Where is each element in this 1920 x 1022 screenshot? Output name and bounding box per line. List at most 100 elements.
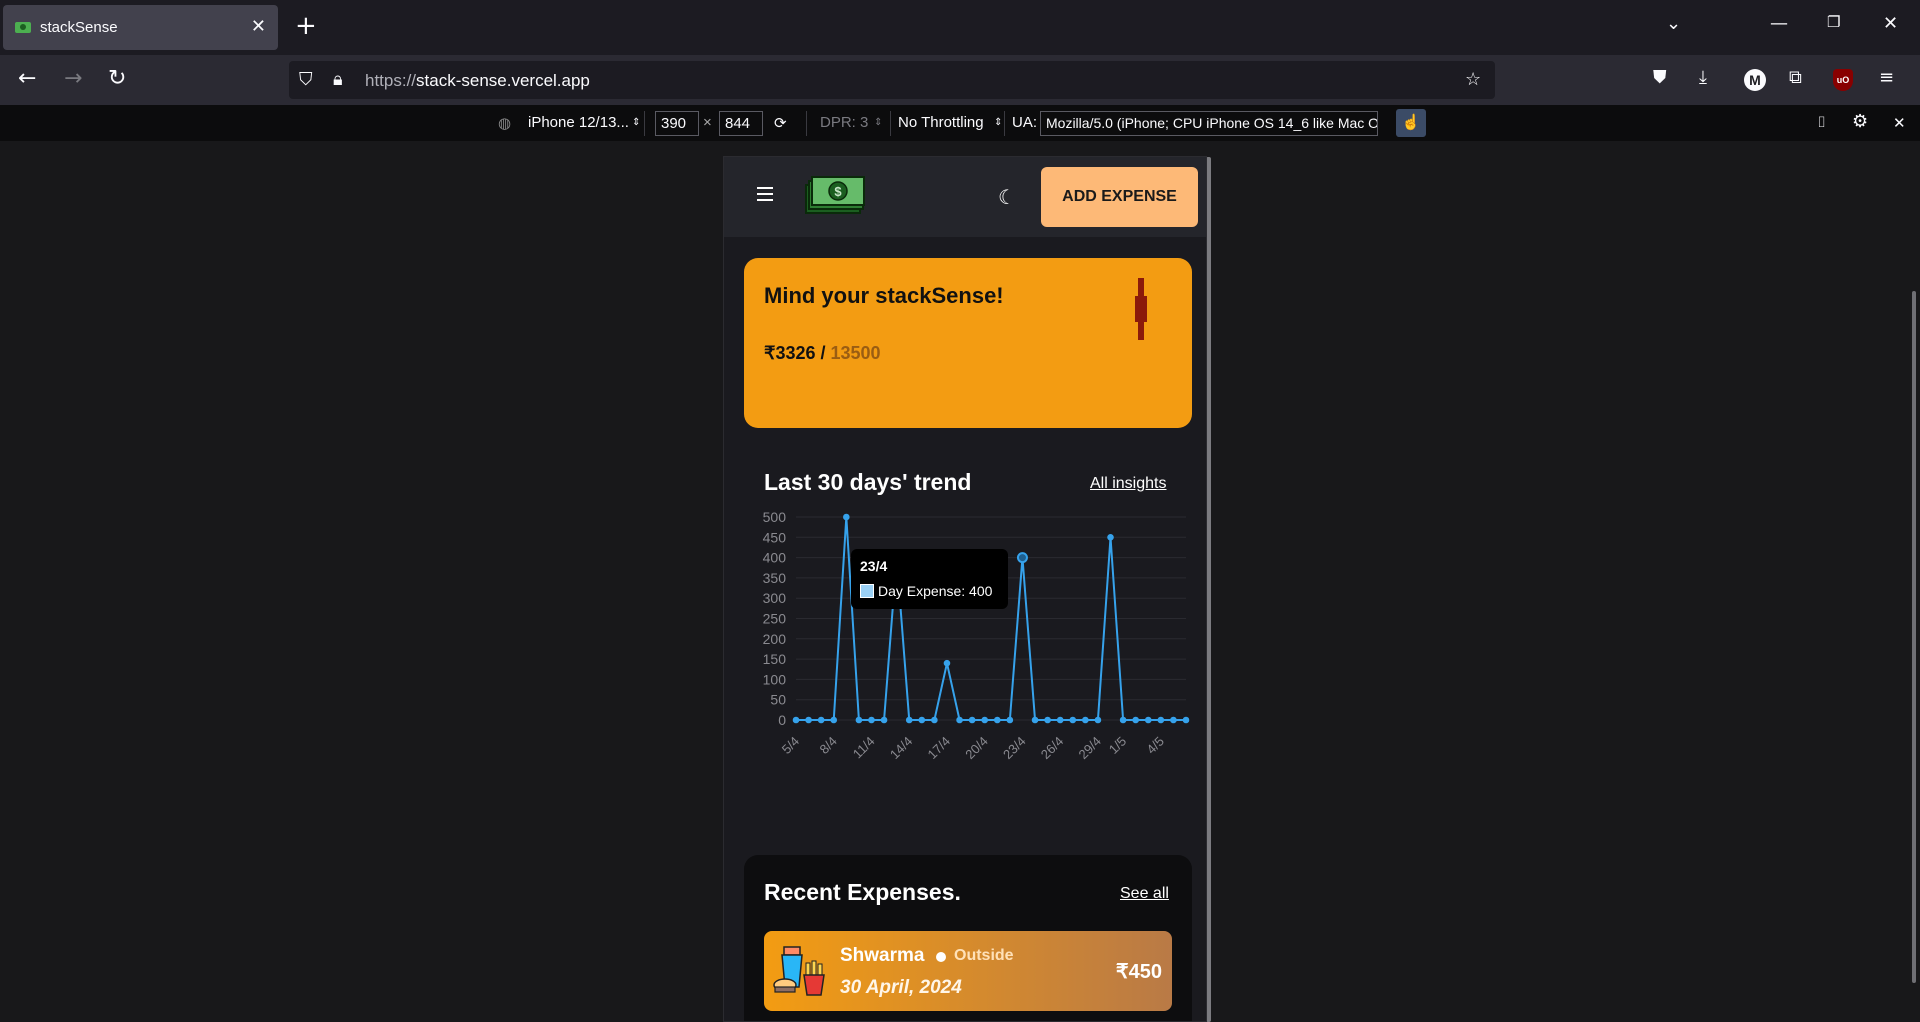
back-icon[interactable]: ←: [18, 66, 36, 91]
data-point: [956, 716, 963, 724]
url-text[interactable]: https://stack-sense.vercel.app: [365, 71, 590, 91]
amount-separator: /: [815, 343, 831, 363]
data-point: [981, 716, 989, 724]
data-point: [1016, 552, 1028, 564]
data-point: [1144, 716, 1152, 724]
nav-bar: ← → ↻ ⛉ 🔒︎ https://stack-sense.vercel.ap…: [0, 55, 1920, 105]
y-tick-label: 0: [778, 712, 786, 728]
device-frame: $ ☾ ADD EXPENSE Mind your stackSense! ₹3…: [723, 156, 1207, 1022]
x-tick-label: 8/4: [816, 734, 839, 757]
data-point: [1056, 716, 1064, 724]
x-tick-label: 4/5: [1144, 734, 1167, 757]
recent-title: Recent Expenses.: [764, 879, 961, 905]
url-protocol: https://: [365, 71, 417, 90]
add-expense-button[interactable]: ADD EXPENSE: [1041, 167, 1198, 227]
data-point: [880, 716, 888, 724]
data-point: [1094, 716, 1102, 724]
data-point: [1182, 716, 1190, 724]
height-input[interactable]: 844: [719, 111, 763, 136]
forward-icon[interactable]: →: [64, 66, 82, 91]
data-point: [855, 716, 863, 724]
x-tick-label: 11/4: [850, 734, 878, 762]
data-point: [1107, 534, 1114, 541]
y-tick-label: 500: [763, 509, 787, 525]
close-rdm-icon[interactable]: ✕: [1893, 114, 1906, 132]
data-point: [1157, 716, 1165, 724]
data-point: [1031, 716, 1039, 724]
tooltip-date: 23/4: [860, 558, 888, 574]
money-logo-icon[interactable]: $: [804, 175, 866, 215]
ua-label: UA:: [1012, 114, 1038, 131]
all-insights-link[interactable]: All insights: [1090, 475, 1166, 493]
throttling-chevron-icon: ⇕: [994, 117, 1003, 128]
x-tick-label: 5/4: [779, 734, 802, 757]
list-tabs-icon[interactable]: ⌄: [1666, 13, 1681, 34]
bookmark-star-icon[interactable]: ☆: [1465, 69, 1481, 90]
budget-total: 13500: [830, 343, 881, 363]
extensions-icon[interactable]: ⧉: [1789, 67, 1802, 88]
expense-amount: ₹450: [1115, 961, 1162, 983]
restore-icon[interactable]: ❐: [1827, 13, 1840, 31]
downloads-icon[interactable]: ⤓: [1699, 67, 1707, 88]
y-tick-label: 450: [763, 529, 787, 545]
data-point: [993, 716, 1001, 724]
expense-item[interactable]: Shwarma Outside 30 April, 2024 ₹450: [764, 931, 1172, 1011]
reload-icon[interactable]: ↻: [108, 66, 126, 91]
data-point: [1132, 716, 1139, 724]
touch-simulation-icon[interactable]: ☝: [1396, 109, 1426, 137]
pocket-icon[interactable]: ⛊: [1653, 67, 1667, 88]
url-host: stack-sense.vercel.app: [416, 71, 590, 90]
new-tab-icon[interactable]: +: [295, 11, 317, 41]
x-tick-label: 20/4: [962, 734, 991, 763]
svg-text:$: $: [834, 184, 842, 199]
y-tick-label: 350: [763, 570, 787, 586]
data-point: [830, 716, 838, 724]
ublock-icon[interactable]: uO: [1833, 69, 1853, 91]
shield-icon[interactable]: ⛉: [299, 69, 313, 90]
budget-card: Mind your stackSense! ₹3326 / 13500: [744, 258, 1192, 428]
data-point: [792, 716, 800, 724]
close-window-icon[interactable]: ✕: [1883, 13, 1898, 34]
settings-gear-icon[interactable]: ⚙: [1852, 111, 1868, 132]
data-point: [1006, 716, 1014, 724]
hamburger-menu-icon[interactable]: [757, 187, 773, 201]
device-select[interactable]: iPhone 12/13...: [528, 114, 629, 131]
data-point: [931, 716, 938, 724]
tooltip-value: Day Expense: 400: [878, 583, 993, 599]
data-point: [1044, 716, 1051, 724]
times-sign: ×: [703, 114, 712, 131]
app-header: $ ☾ ADD EXPENSE: [724, 157, 1206, 237]
url-bar[interactable]: ⛉ 🔒︎ https://stack-sense.vercel.app ☆: [289, 61, 1495, 99]
data-point: [805, 716, 812, 724]
viewport-scrollbar[interactable]: [1912, 291, 1916, 983]
budget-amount: ₹3326 / 13500: [764, 343, 881, 364]
data-point: [843, 513, 850, 521]
user-agent-input[interactable]: Mozilla/5.0 (iPhone; CPU iPhone OS 14_6 …: [1040, 111, 1378, 136]
expense-category: Outside: [954, 947, 1014, 964]
data-point: [1082, 716, 1089, 724]
lock-icon[interactable]: 🔒︎: [333, 69, 343, 90]
recent-expenses-card: Recent Expenses. See all Shwarma Outside…: [744, 855, 1192, 1021]
data-point: [968, 716, 976, 724]
width-input[interactable]: 390: [655, 111, 699, 136]
budget-progress-icon: [1135, 278, 1147, 340]
device-chevron-icon: ⇕: [632, 117, 641, 128]
rotate-icon[interactable]: ⟳: [774, 114, 787, 132]
x-tick-label: 23/4: [1000, 734, 1029, 763]
dpr-select[interactable]: DPR: 3: [820, 114, 868, 131]
x-tick-label: 17/4: [925, 734, 954, 763]
account-avatar[interactable]: M: [1744, 69, 1766, 91]
data-point: [905, 716, 913, 724]
minimize-icon[interactable]: —: [1770, 13, 1788, 34]
throttling-select[interactable]: No Throttling: [898, 114, 984, 131]
menu-icon[interactable]: ≡: [1879, 67, 1894, 88]
close-tab-icon[interactable]: ✕: [251, 16, 266, 37]
see-all-link[interactable]: See all: [1120, 885, 1169, 903]
data-point: [817, 716, 825, 724]
screenshot-icon[interactable]: ⌷: [1817, 114, 1826, 131]
data-point: [943, 659, 951, 667]
tab-stacksense[interactable]: stackSense ✕: [3, 5, 278, 50]
dark-mode-moon-icon[interactable]: ☾: [998, 185, 1016, 209]
tooltip-swatch: [860, 584, 874, 598]
money-favicon-icon: [15, 22, 31, 33]
